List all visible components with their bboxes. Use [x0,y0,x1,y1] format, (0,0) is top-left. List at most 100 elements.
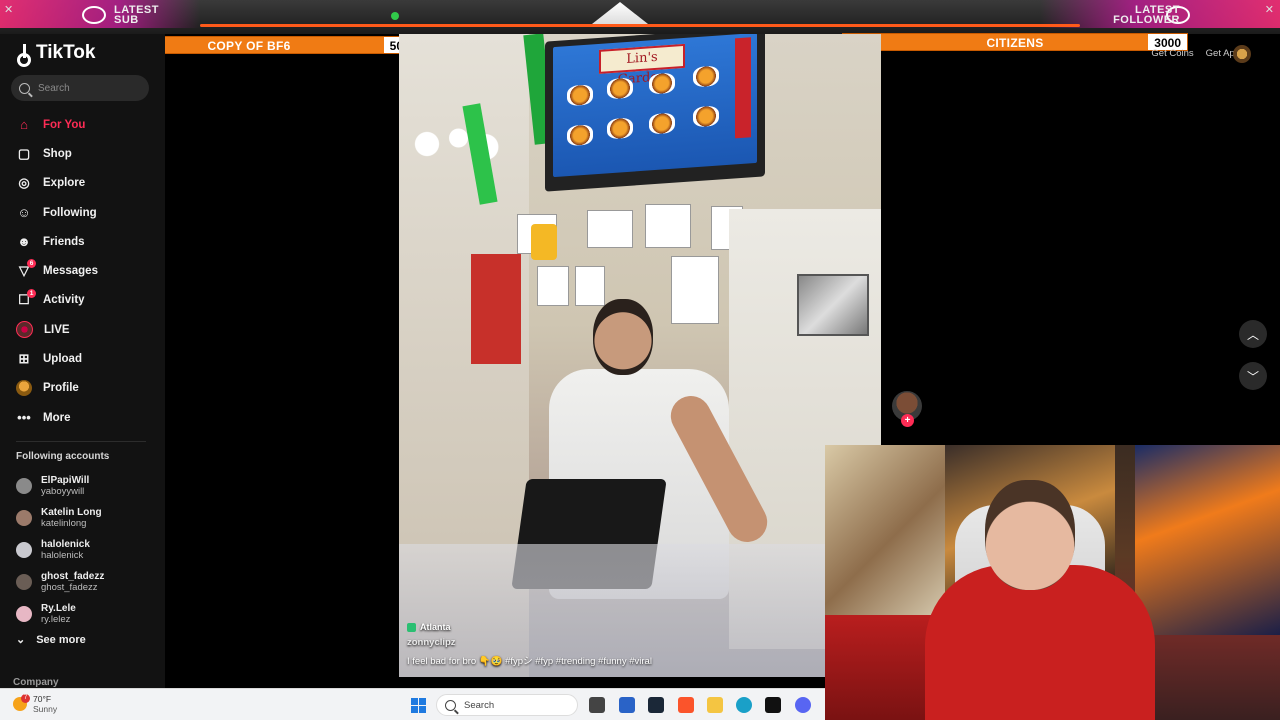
file-explorer-icon[interactable] [707,697,723,713]
menu-banner [735,37,751,139]
account-handle: yaboyywill [41,486,85,497]
weather-temp: 70°F [33,694,52,704]
video-toy [531,224,557,260]
search-icon [445,699,456,711]
account-name: halolenick [41,539,90,550]
menu-dish [567,124,593,147]
sidebar-item-shop[interactable]: ▢ Shop [0,139,165,168]
menu-dish [567,84,593,107]
weather-desc: Sunny [33,704,58,714]
wall-poster [645,204,691,248]
location-icon [407,622,416,632]
overlay-peak [592,2,648,24]
avatar [16,542,32,558]
video-player[interactable]: Lin's Garden Atlanta zonnyclipz I feel b… [399,34,881,677]
taskbar-search-label: Search [464,699,495,711]
menu-dish [649,112,675,135]
edge-icon[interactable] [736,697,752,713]
overlay-close-icon: ✕ [4,4,14,16]
get-coins-button[interactable]: Get Coins [1151,48,1193,59]
wall-calendar [471,254,521,364]
sidebar-item-label: Shop [43,147,72,160]
search-input[interactable]: Search [11,75,149,101]
sidebar-item-label: Explore [43,177,86,190]
video-menu-title: Lin's Garden [599,43,685,88]
previous-video-button[interactable]: ︿ [1239,320,1267,348]
windows-start-icon[interactable] [411,698,426,713]
discord-icon[interactable] [795,697,811,713]
twitch-icon [82,6,106,24]
list-item[interactable]: ElPapiWill yaboyywill [16,470,104,502]
menu-dish [693,65,719,88]
task-view-icon[interactable] [589,697,605,713]
latest-follower-label: LATEST FOLLOWER [1113,4,1180,26]
tiktok-logo[interactable]: TikTok [16,42,96,67]
sidebar-item-upload[interactable]: ⊞ Upload [0,344,165,373]
next-video-button[interactable]: ﹀ [1239,362,1267,390]
sidebar-item-label: For You [43,118,86,131]
chevron-up-icon: ︿ [1246,327,1259,342]
sidebar-item-for-you[interactable]: ⌂ For You [0,110,165,139]
streamer-webcam [825,445,1280,720]
weather-widget[interactable]: 7 70°F Sunny [13,694,57,714]
sidebar-item-label: Upload [43,353,82,366]
compass-icon: ◎ [18,175,30,191]
account-name: Katelin Long [41,507,102,518]
account-handle: halolenick [41,550,84,561]
account-name: ElPapiWill [41,475,90,486]
brave-icon[interactable] [678,697,694,713]
sidebar-item-activity[interactable]: ☐ 1 Activity [0,286,165,315]
follow-plus-icon[interactable]: + [901,414,914,427]
company-link[interactable]: Company [13,677,59,688]
list-item[interactable]: Katelin Long katelinlong [16,502,104,534]
sidebar-item-label: More [43,411,71,424]
shop-icon: ▢ [17,145,31,161]
webcam-shoebox-shelf [825,615,935,720]
live-icon [16,321,33,339]
search-icon [19,82,30,94]
list-item[interactable]: ghost_fadezz ghost_fadezz [16,566,104,598]
sidebar-item-live[interactable]: LIVE [0,315,165,344]
following-accounts-title: Following accounts [16,451,110,462]
location-tag[interactable]: Atlanta [407,622,652,632]
tiktok-app-icon[interactable] [765,697,781,713]
tiktok-logo-icon [16,44,32,67]
avatar [16,574,32,590]
sidebar-item-following[interactable]: ☺ Following [0,198,165,227]
activity-badge: 1 [27,288,36,298]
profile-icon [16,380,32,397]
top-actions: Get Coins Get App [1151,48,1240,59]
video-menu-board: Lin's Garden [553,34,757,178]
see-more-button[interactable]: ⌄ See more [16,633,86,647]
sidebar-item-label: Activity [43,294,85,307]
sidebar-item-profile[interactable]: Profile [0,374,165,403]
divider [16,441,146,442]
sidebar-item-messages[interactable]: ▽ 6 Messages [0,256,165,285]
chevron-down-icon: ﹀ [1246,369,1259,384]
sun-icon: 7 [13,694,30,711]
calculator-icon[interactable] [619,697,635,713]
stream-overlay-bar: ✕ ✕ LATEST SUB LATEST FOLLOWER [0,0,1280,34]
search-placeholder: Search [38,82,70,94]
video-description: I feel bad for bro 👇🥹 #fypシ #fyp #trendi… [407,656,652,667]
account-handle: ry.lelez [41,614,71,625]
user-avatar[interactable] [1233,45,1251,63]
logo-text: TikTok [36,42,96,63]
friends-icon: ☻ [17,234,31,250]
sidebar-item-label: Friends [43,235,85,248]
sidebar-item-label: LIVE [44,323,70,336]
list-item[interactable]: halolenick halolenick [16,534,104,566]
list-item[interactable]: Ry.Lele ry.lelez [16,598,104,630]
sidebar-item-explore[interactable]: ◎ Explore [0,169,165,198]
account-handle: katelinlong [41,518,87,529]
latest-sub-label: LATEST SUB [114,4,159,26]
sidebar-item-more[interactable]: ••• More [0,403,165,432]
avatar [16,478,32,494]
webcam-poster [1135,445,1280,635]
sidebar-item-friends[interactable]: ☻ Friends [0,227,165,256]
taskbar-search[interactable]: Search [436,694,578,716]
video-username[interactable]: zonnyclipz [407,637,652,648]
upload-icon: ⊞ [18,351,30,367]
account-name: ghost_fadezz [41,571,105,582]
steam-icon[interactable] [648,697,664,713]
